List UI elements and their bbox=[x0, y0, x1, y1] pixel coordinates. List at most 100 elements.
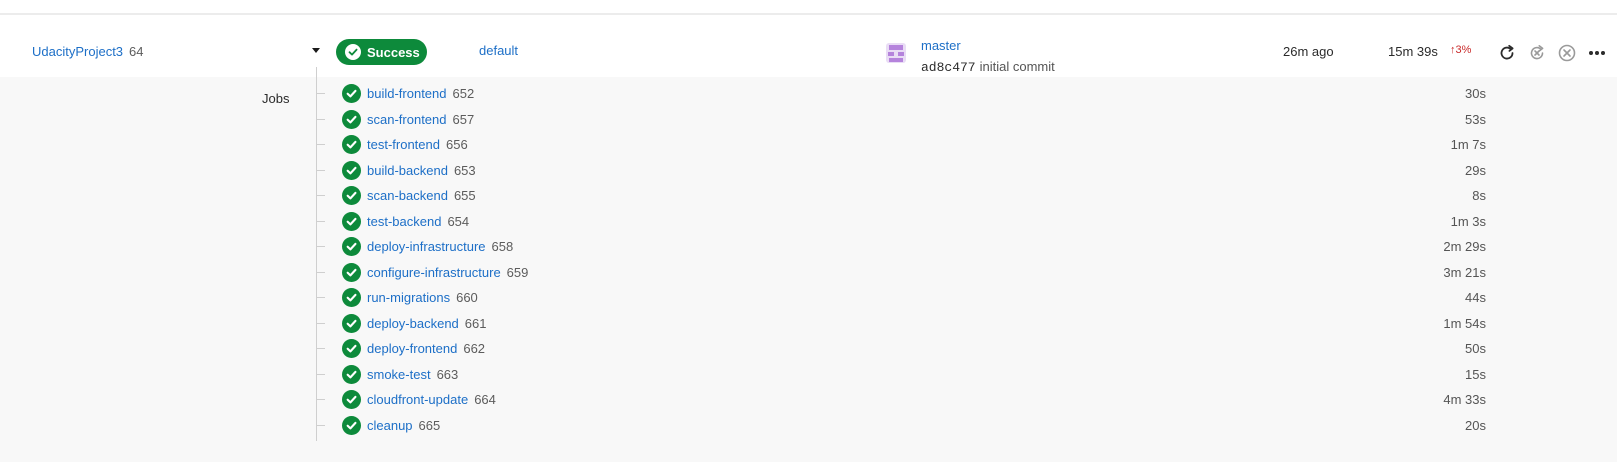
workflow-link[interactable]: default bbox=[479, 43, 518, 58]
job-row[interactable]: test-backend 654 1m 3s bbox=[316, 209, 1486, 235]
job-name[interactable]: deploy-backend bbox=[367, 316, 459, 331]
job-duration: 30s bbox=[1465, 86, 1486, 101]
job-name-link[interactable]: configure-infrastructure 659 bbox=[367, 265, 528, 280]
chevron-down-icon[interactable] bbox=[312, 48, 320, 53]
job-row[interactable]: smoke-test 663 15s bbox=[316, 362, 1486, 388]
job-duration: 29s bbox=[1465, 162, 1486, 178]
job-name[interactable]: deploy-infrastructure bbox=[367, 239, 486, 254]
project-name-link[interactable]: UdacityProject3 bbox=[32, 44, 123, 59]
check-icon bbox=[342, 262, 361, 282]
tree-branch bbox=[316, 322, 325, 324]
check-icon bbox=[342, 390, 361, 409]
job-number: 664 bbox=[474, 392, 496, 407]
job-number: 659 bbox=[506, 264, 529, 280]
job-name-link[interactable]: deploy-backend 661 bbox=[367, 316, 487, 331]
job-number: 655 bbox=[453, 188, 476, 203]
job-row[interactable]: cleanup 665 20s bbox=[316, 413, 1486, 439]
job-number: 662 bbox=[463, 341, 486, 356]
job-duration: 4m 33s bbox=[1443, 392, 1486, 407]
check-icon bbox=[345, 44, 361, 60]
job-row[interactable]: configure-infrastructure 659 3m 21s bbox=[316, 260, 1486, 286]
time-ago: 26m ago bbox=[1283, 44, 1334, 59]
jobs-panel: Jobs build-frontend 652 30s scan-frontend 65… bbox=[0, 67, 1617, 462]
job-row[interactable]: build-backend 653 29s bbox=[316, 158, 1486, 184]
tree-branch bbox=[316, 297, 325, 298]
avatar-icon bbox=[884, 41, 908, 65]
job-name[interactable]: scan-backend bbox=[367, 188, 448, 203]
tree-branch bbox=[316, 246, 325, 247]
job-row[interactable]: build-frontend 652 30s bbox=[316, 81, 1486, 107]
job-name[interactable]: test-backend bbox=[367, 214, 441, 229]
job-name-link[interactable]: cleanup 665 bbox=[367, 418, 440, 433]
job-row[interactable]: scan-frontend 657 53s bbox=[316, 107, 1486, 133]
job-name-link[interactable]: run-migrations 660 bbox=[367, 290, 478, 305]
tree-branch bbox=[316, 93, 325, 94]
tree-branch bbox=[316, 195, 325, 196]
check-icon bbox=[342, 415, 361, 435]
job-name-link[interactable]: scan-backend 655 bbox=[367, 188, 476, 203]
job-number: 661 bbox=[464, 315, 487, 331]
rerun-icon[interactable] bbox=[1496, 42, 1518, 64]
rerun-from-failed-icon[interactable] bbox=[1526, 42, 1548, 64]
job-name-link[interactable]: smoke-test 663 bbox=[367, 367, 458, 382]
job-name[interactable]: smoke-test bbox=[367, 367, 431, 382]
job-name[interactable]: cloudfront-update bbox=[367, 392, 468, 407]
tree-branch bbox=[316, 373, 325, 375]
job-name[interactable]: build-backend bbox=[367, 163, 448, 178]
check-icon bbox=[342, 288, 361, 307]
job-name-link[interactable]: test-backend 654 bbox=[367, 214, 469, 229]
pipeline-row[interactable]: UdacityProject3 64 Success default master… bbox=[0, 15, 1617, 77]
job-row[interactable]: test-frontend 656 1m 7s bbox=[316, 132, 1486, 158]
check-icon bbox=[342, 84, 361, 103]
job-duration: 1m 3s bbox=[1450, 213, 1486, 229]
commit-sha[interactable]: ad8c477 bbox=[921, 60, 976, 75]
job-duration: 1m 54s bbox=[1443, 315, 1486, 331]
job-name-link[interactable]: deploy-frontend 662 bbox=[367, 341, 485, 356]
job-name[interactable]: build-frontend bbox=[367, 86, 447, 101]
tree-branch bbox=[316, 169, 325, 171]
job-duration: 1m 7s bbox=[1450, 137, 1486, 152]
job-name-link[interactable]: cloudfront-update 664 bbox=[367, 392, 496, 407]
job-row[interactable]: cloudfront-update 664 4m 33s bbox=[316, 387, 1486, 413]
more-icon[interactable] bbox=[1586, 42, 1608, 64]
job-number: 653 bbox=[453, 162, 476, 178]
job-row[interactable]: deploy-frontend 662 50s bbox=[316, 336, 1486, 362]
pipeline-duration: 15m 39s bbox=[1388, 44, 1438, 59]
tree-branch bbox=[316, 399, 325, 400]
job-duration: 2m 29s bbox=[1443, 239, 1486, 254]
action-buttons bbox=[1496, 40, 1608, 66]
commit-message: initial commit bbox=[979, 59, 1055, 74]
job-row[interactable]: scan-backend 655 8s bbox=[316, 183, 1486, 209]
pipeline-number: 64 bbox=[129, 44, 144, 59]
job-name[interactable]: configure-infrastructure bbox=[367, 265, 501, 280]
job-name-link[interactable]: build-frontend 652 bbox=[367, 86, 474, 101]
project-cell: UdacityProject3 64 bbox=[32, 44, 144, 59]
job-number: 660 bbox=[456, 290, 478, 305]
job-duration: 50s bbox=[1465, 341, 1486, 356]
job-number: 652 bbox=[452, 86, 475, 101]
status-badge[interactable]: Success bbox=[336, 39, 427, 65]
job-row[interactable]: run-migrations 660 44s bbox=[316, 285, 1486, 311]
cancel-icon[interactable] bbox=[1556, 42, 1578, 64]
job-name[interactable]: cleanup bbox=[367, 418, 413, 433]
job-name[interactable]: run-migrations bbox=[367, 290, 450, 305]
branch-link[interactable]: master bbox=[921, 38, 961, 53]
check-icon bbox=[342, 160, 361, 180]
job-row[interactable]: deploy-infrastructure 658 2m 29s bbox=[316, 234, 1486, 260]
job-name-link[interactable]: build-backend 653 bbox=[367, 163, 476, 178]
jobs-title: Jobs bbox=[262, 91, 290, 106]
job-name[interactable]: scan-frontend bbox=[367, 112, 447, 127]
duration-trend: ↑3% bbox=[1450, 44, 1471, 56]
job-number: 656 bbox=[446, 137, 468, 152]
tree-branch bbox=[316, 144, 325, 145]
job-name[interactable]: test-frontend bbox=[367, 137, 440, 152]
job-name-link[interactable]: deploy-infrastructure 658 bbox=[367, 239, 513, 254]
job-number: 654 bbox=[447, 213, 470, 229]
tree-branch bbox=[316, 271, 325, 273]
job-name[interactable]: deploy-frontend bbox=[367, 341, 457, 356]
job-row[interactable]: deploy-backend 661 1m 54s bbox=[316, 311, 1486, 337]
trend-percent: 3% bbox=[1455, 44, 1472, 56]
job-name-link[interactable]: test-frontend 656 bbox=[367, 137, 468, 152]
job-name-link[interactable]: scan-frontend 657 bbox=[367, 112, 474, 127]
check-icon bbox=[342, 211, 361, 231]
